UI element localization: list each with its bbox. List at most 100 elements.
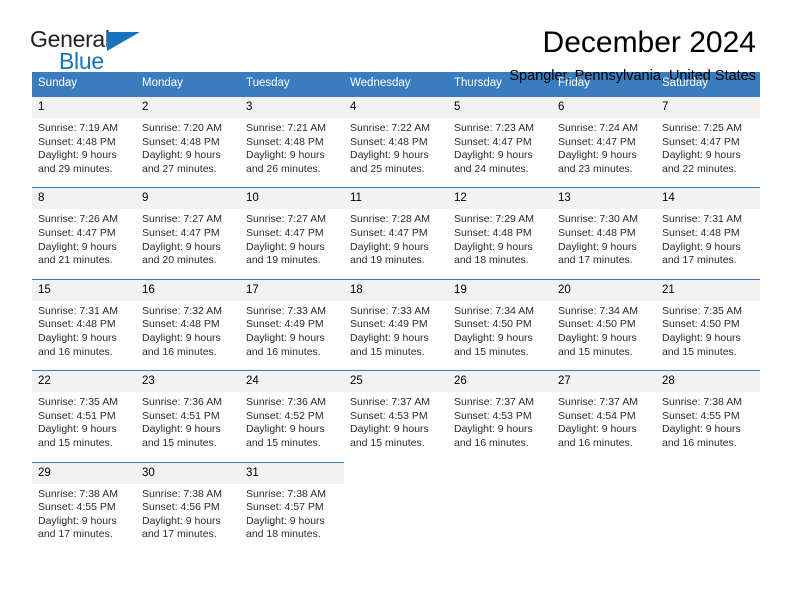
sunrise-text: Sunrise: 7:21 AM <box>246 122 326 134</box>
sunrise-text: Sunrise: 7:38 AM <box>662 396 742 409</box>
day-details: Sunrise: 7:35 AM Sunset: 4:50 PM Daylight:… <box>656 301 760 359</box>
day-details: Sunrise: 7:36 AM Sunset: 4:52 PM Daylight:… <box>240 392 344 450</box>
day-details: Sunrise: 7:19 AM Sunset: 4:48 PM Daylight:… <box>32 118 136 176</box>
calendar-week-row: 1 Sunrise: 7:19 AM Sunset: 4:48 PM Daylight… <box>32 96 760 177</box>
day-details: Sunrise: 7:27 AM Sunset: 4:47 PM Daylight:… <box>136 209 240 267</box>
day-cell[interactable]: 10 Sunrise: 7:27 AM Sunset: 4:47 PM Dayligh… <box>240 187 344 268</box>
day-number: 5 <box>448 97 552 118</box>
day-details: Sunrise: 7:30 AM Sunset: 4:48 PM Daylight:… <box>552 209 656 267</box>
day-details: Sunrise: 7:37 AM Sunset: 4:54 PM Daylight:… <box>552 392 656 450</box>
day-number: 27 <box>552 371 656 393</box>
day-cell[interactable]: 23 Sunrise: 7:36 AM Sunset: 4:51 PM Dayligh… <box>136 370 240 451</box>
weekday-header-sunday: Sunday <box>32 72 136 96</box>
sunset-text: Sunset: 4:48 PM <box>558 226 636 239</box>
day-cell[interactable]: 29 Sunrise: 7:38 AM Sunset: 4:55 PM Dayligh… <box>32 461 136 542</box>
day-details: Sunrise: 7:38 AM Sunset: 4:57 PM Daylight:… <box>240 484 344 542</box>
day-cell[interactable]: 18 Sunrise: 7:33 AM Sunset: 4:49 PM Dayligh… <box>344 278 448 360</box>
day-details: Sunrise: 7:35 AM Sunset: 4:51 PM Daylight:… <box>32 392 136 450</box>
daylight-text-line2: and 17 minutes. <box>558 254 633 267</box>
logo-text-blue: Blue <box>59 48 104 74</box>
day-cell[interactable]: 25 Sunrise: 7:37 AM Sunset: 4:53 PM Dayligh… <box>344 370 448 451</box>
daylight-text-line1: Daylight: 9 hours <box>142 514 221 527</box>
sunset-text: Sunset: 4:48 PM <box>38 318 116 331</box>
sunrise-text: Sunrise: 7:29 AM <box>454 213 534 226</box>
sunrise-text: Sunrise: 7:37 AM <box>350 396 430 409</box>
day-number: 23 <box>136 371 240 393</box>
day-cell[interactable]: 21 Sunrise: 7:35 AM Sunset: 4:50 PM Dayligh… <box>656 278 760 360</box>
day-cell[interactable]: 28 Sunrise: 7:38 AM Sunset: 4:55 PM Dayligh… <box>656 370 760 451</box>
day-cell[interactable]: 11 Sunrise: 7:28 AM Sunset: 4:47 PM Dayligh… <box>344 187 448 268</box>
day-cell[interactable]: 17 Sunrise: 7:33 AM Sunset: 4:49 PM Dayligh… <box>240 278 344 360</box>
day-details: Sunrise: 7:33 AM Sunset: 4:49 PM Daylight:… <box>240 301 344 359</box>
day-cell[interactable]: 24 Sunrise: 7:36 AM Sunset: 4:52 PM Dayligh… <box>240 370 344 451</box>
daylight-text-line2: and 17 minutes. <box>662 254 737 267</box>
day-number: 3 <box>240 97 344 118</box>
day-cell[interactable]: 6 Sunrise: 7:24 AM Sunset: 4:47 PM Daylight… <box>552 96 656 177</box>
daylight-text-line1: Daylight: 9 hours <box>246 423 325 436</box>
day-cell[interactable]: 22 Sunrise: 7:35 AM Sunset: 4:51 PM Dayligh… <box>32 370 136 451</box>
day-cell[interactable]: 8 Sunrise: 7:26 AM Sunset: 4:47 PM Daylight… <box>32 187 136 268</box>
daylight-text-line1: Daylight: 9 hours <box>246 331 325 344</box>
week-spacer <box>32 267 760 279</box>
day-details: Sunrise: 7:31 AM Sunset: 4:48 PM Daylight:… <box>32 301 136 359</box>
day-cell[interactable]: 7 Sunrise: 7:25 AM Sunset: 4:47 PM Daylight… <box>656 96 760 177</box>
day-details: Sunrise: 7:22 AM Sunset: 4:48 PM Daylight:… <box>344 118 448 176</box>
weekday-header-monday: Monday <box>136 72 240 96</box>
day-cell[interactable]: 4 Sunrise: 7:22 AM Sunset: 4:48 PM Daylight… <box>344 96 448 177</box>
daylight-text-line1: Daylight: 9 hours <box>662 423 741 436</box>
day-cell[interactable]: 26 Sunrise: 7:37 AM Sunset: 4:53 PM Dayligh… <box>448 370 552 451</box>
general-blue-logo: General Blue <box>30 26 145 74</box>
day-cell[interactable]: 5 Sunrise: 7:23 AM Sunset: 4:47 PM Daylight… <box>448 96 552 177</box>
sunset-text: Sunset: 4:53 PM <box>350 409 428 422</box>
day-number: 28 <box>656 371 760 393</box>
daylight-text-line2: and 23 minutes. <box>558 162 633 175</box>
sunset-text: Sunset: 4:48 PM <box>142 135 220 148</box>
day-cell[interactable]: 2 Sunrise: 7:20 AM Sunset: 4:48 PM Daylight… <box>136 96 240 177</box>
weekday-header-tuesday: Tuesday <box>240 72 344 96</box>
day-cell[interactable]: 13 Sunrise: 7:30 AM Sunset: 4:48 PM Dayligh… <box>552 187 656 268</box>
daylight-text-line2: and 18 minutes. <box>246 528 321 541</box>
day-cell[interactable]: 3 Sunrise: 7:21 AM Sunset: 4:48 PM Daylight… <box>240 96 344 177</box>
day-cell[interactable]: 30 Sunrise: 7:38 AM Sunset: 4:56 PM Dayligh… <box>136 461 240 542</box>
day-number: 10 <box>240 188 344 210</box>
daylight-text-line2: and 17 minutes. <box>142 528 217 541</box>
day-details: Sunrise: 7:37 AM Sunset: 4:53 PM Daylight:… <box>448 392 552 450</box>
day-cell[interactable]: 12 Sunrise: 7:29 AM Sunset: 4:48 PM Dayligh… <box>448 187 552 268</box>
day-cell[interactable]: 31 Sunrise: 7:38 AM Sunset: 4:57 PM Dayligh… <box>240 461 344 542</box>
day-details: Sunrise: 7:38 AM Sunset: 4:56 PM Daylight:… <box>136 484 240 542</box>
daylight-text-line2: and 16 minutes. <box>662 436 737 449</box>
sunset-text: Sunset: 4:47 PM <box>38 226 116 239</box>
day-number: 30 <box>136 462 240 484</box>
daylight-text-line1: Daylight: 9 hours <box>38 240 117 253</box>
day-details: Sunrise: 7:21 AM Sunset: 4:48 PM Daylight:… <box>240 118 344 176</box>
day-number: 29 <box>32 462 136 484</box>
day-cell[interactable]: 14 Sunrise: 7:31 AM Sunset: 4:48 PM Dayligh… <box>656 187 760 268</box>
day-details: Sunrise: 7:23 AM Sunset: 4:47 PM Daylight:… <box>448 118 552 176</box>
daylight-text-line1: Daylight: 9 hours <box>350 240 429 253</box>
sunset-text: Sunset: 4:48 PM <box>246 135 324 148</box>
sunset-text: Sunset: 4:52 PM <box>246 409 324 422</box>
sunrise-text: Sunrise: 7:34 AM <box>454 304 534 317</box>
day-cell[interactable]: 1 Sunrise: 7:19 AM Sunset: 4:48 PM Daylight… <box>32 96 136 177</box>
day-cell[interactable]: 20 Sunrise: 7:34 AM Sunset: 4:50 PM Dayligh… <box>552 278 656 360</box>
sunset-text: Sunset: 4:47 PM <box>662 135 740 148</box>
day-cell[interactable]: 15 Sunrise: 7:31 AM Sunset: 4:48 PM Dayligh… <box>32 278 136 360</box>
logo-triangle-icon <box>107 32 140 51</box>
daylight-text-line1: Daylight: 9 hours <box>246 514 325 527</box>
daylight-text-line2: and 19 minutes. <box>350 254 425 267</box>
sunrise-text: Sunrise: 7:33 AM <box>246 304 326 317</box>
day-cell[interactable]: 19 Sunrise: 7:34 AM Sunset: 4:50 PM Dayligh… <box>448 278 552 360</box>
daylight-text-line2: and 18 minutes. <box>454 254 529 267</box>
day-details: Sunrise: 7:25 AM Sunset: 4:47 PM Daylight:… <box>656 118 760 176</box>
day-cell[interactable]: 27 Sunrise: 7:37 AM Sunset: 4:54 PM Dayligh… <box>552 370 656 451</box>
sunset-text: Sunset: 4:57 PM <box>246 501 324 514</box>
daylight-text-line1: Daylight: 9 hours <box>454 423 533 436</box>
day-cell[interactable]: 9 Sunrise: 7:27 AM Sunset: 4:47 PM Daylight… <box>136 187 240 268</box>
page-title: December 2024 <box>542 26 756 59</box>
sunset-text: Sunset: 4:50 PM <box>558 318 636 331</box>
day-number: 15 <box>32 279 136 301</box>
sunset-text: Sunset: 4:48 PM <box>142 318 220 331</box>
day-cell[interactable]: 16 Sunrise: 7:32 AM Sunset: 4:48 PM Dayligh… <box>136 278 240 360</box>
sunrise-text: Sunrise: 7:25 AM <box>662 122 742 134</box>
day-details: Sunrise: 7:20 AM Sunset: 4:48 PM Daylight:… <box>136 118 240 176</box>
